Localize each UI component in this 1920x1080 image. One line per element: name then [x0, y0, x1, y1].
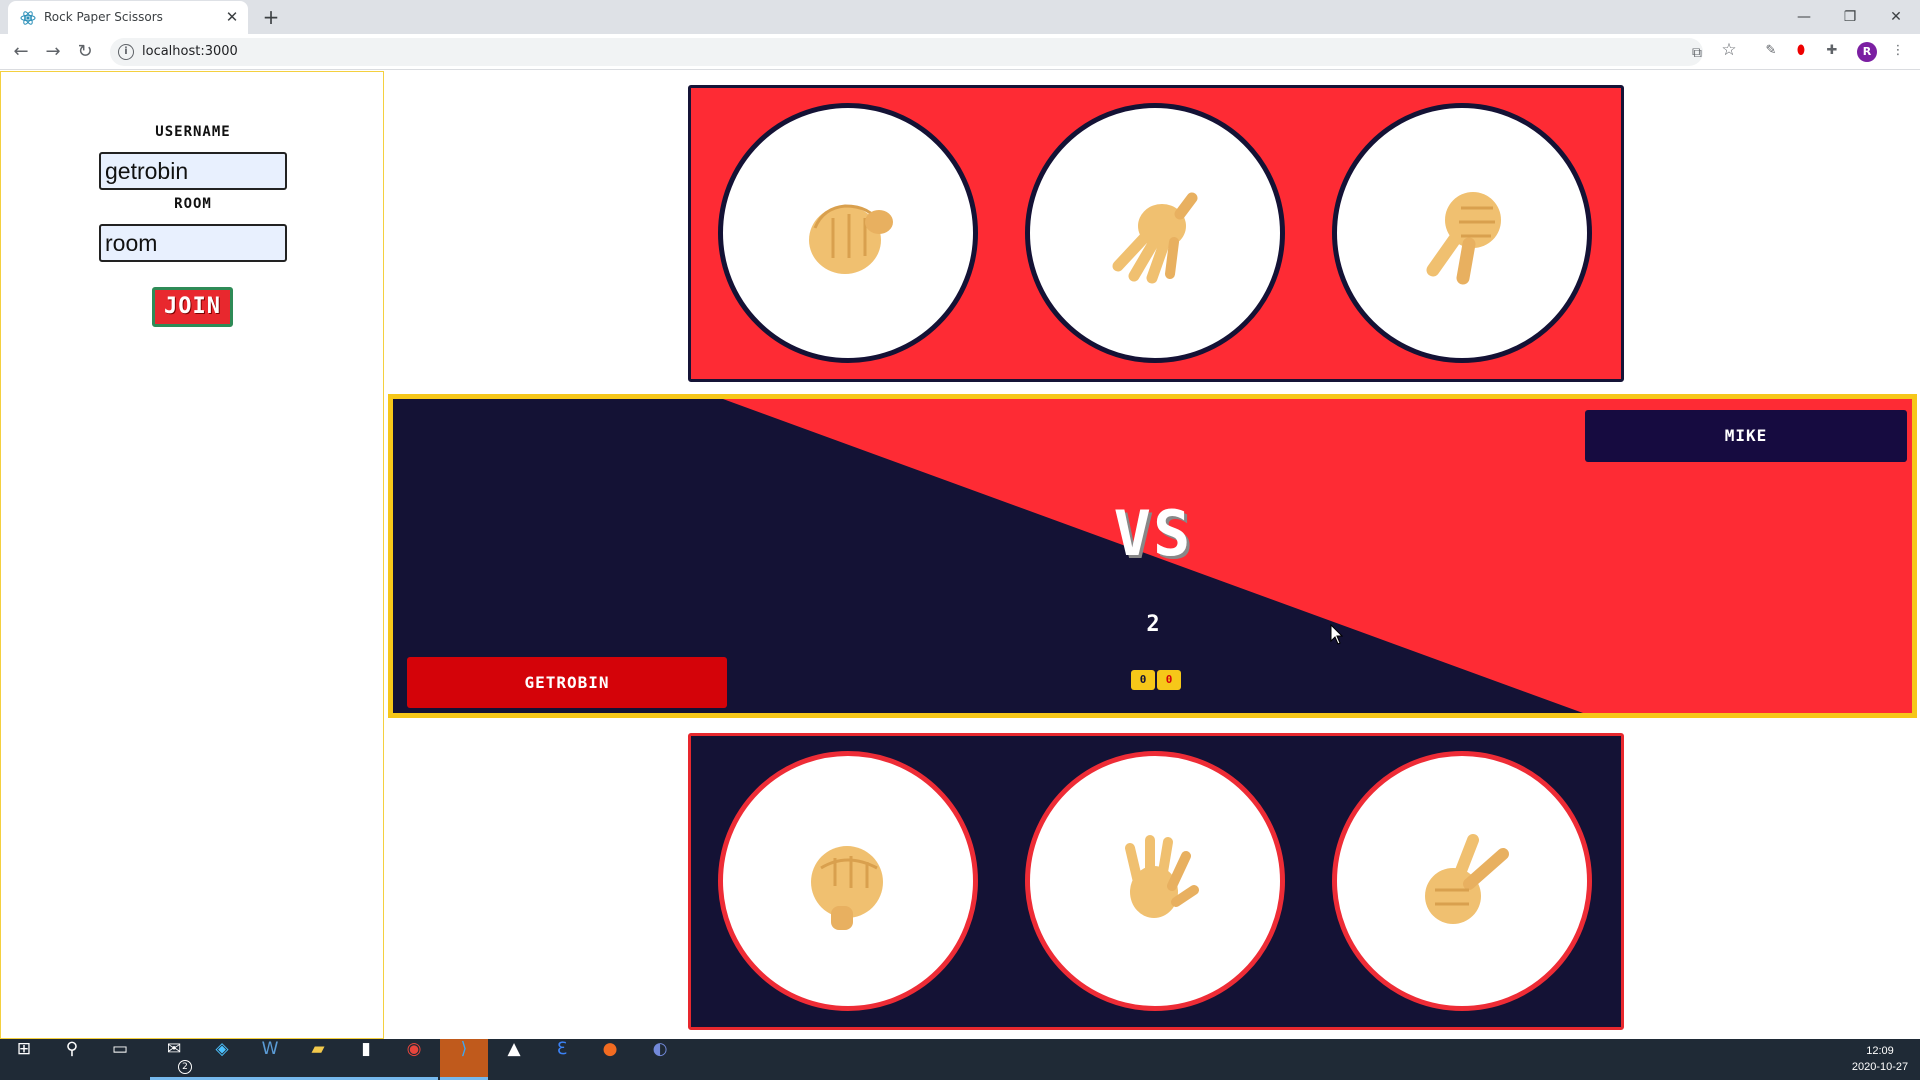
translate-icon[interactable]: ⧉ [1688, 44, 1706, 62]
rock-fist-icon [809, 204, 893, 274]
browser-toolbar: ← → ↻ i localhost:3000 ⧉ ☆ ✎ ⬮ ✚ R ⋮ [0, 34, 1920, 70]
menu-kebab-icon[interactable]: ⋮ [1889, 43, 1907, 61]
clock-date: 2020-10-27 [1851, 1061, 1909, 1073]
reload-icon[interactable]: ↻ [72, 39, 98, 65]
opponent-paper-choice[interactable] [1025, 103, 1285, 363]
rock-fist-icon [811, 846, 883, 930]
opponent-score: 0 [1157, 670, 1181, 690]
opponent-name-badge: MIKE [1585, 410, 1907, 462]
tab-title: Rock Paper Scissors [44, 10, 163, 24]
origin-icon[interactable]: ● [586, 1039, 634, 1080]
clock-time: 12:09 [1866, 1045, 1894, 1057]
bookmark-star-icon[interactable]: ☆ [1720, 40, 1738, 60]
app-icon-e[interactable]: ℇ [538, 1039, 586, 1080]
scoreboard: 0 0 [1131, 670, 1181, 692]
opponent-choice-panel [688, 85, 1624, 382]
mail-badge: 2 [178, 1060, 192, 1074]
browser-tab[interactable]: Rock Paper Scissors ✕ [8, 1, 248, 34]
page-content: USERNAME getrobin ROOM room JOIN MIKE VS… [0, 71, 1920, 1039]
opponent-rock-choice[interactable] [718, 103, 978, 363]
mouse-cursor-icon [1330, 624, 1344, 645]
round-counter: 2 [1146, 612, 1160, 637]
username-label: USERNAME [155, 124, 231, 140]
task-view-icon[interactable]: ▭ [96, 1039, 144, 1080]
file-explorer-icon[interactable]: ▰ [294, 1039, 342, 1080]
join-sidebar: USERNAME getrobin ROOM room JOIN [0, 71, 384, 1039]
app-icon-dark[interactable]: ◈ [198, 1039, 246, 1080]
restore-button[interactable]: ❐ [1835, 4, 1865, 30]
paper-hand-icon [1112, 192, 1198, 284]
player-score: 0 [1131, 670, 1155, 690]
tab-close-icon[interactable]: ✕ [222, 7, 242, 27]
opponent-scissors-choice[interactable] [1332, 103, 1592, 363]
chrome-icon[interactable]: ◉ [390, 1039, 438, 1080]
browser-tab-bar: Rock Paper Scissors ✕ + — ❐ ✕ [0, 0, 1920, 34]
mail-app-icon[interactable]: ✉ 2 [150, 1039, 198, 1080]
join-button[interactable]: JOIN [152, 287, 233, 327]
scissors-hand-icon [1425, 834, 1509, 924]
back-arrow-icon[interactable]: ← [8, 39, 34, 65]
player-scissors-choice[interactable] [1332, 751, 1592, 1011]
player-rock-choice[interactable] [718, 751, 978, 1011]
windows-taskbar: ⊞ ⚲ ▭ ✉ 2 ◈ W ▰ ▮ ◉ ⟩ ▲ ℇ ● ◐ 12:09 2020-… [0, 1039, 1920, 1080]
player-name-badge: GETROBIN [407, 657, 727, 708]
player-paper-choice[interactable] [1025, 751, 1285, 1011]
extensions-puzzle-icon[interactable]: ✚ [1823, 43, 1841, 61]
react-logo-icon [20, 11, 36, 25]
pen-extension-icon[interactable]: ✎ [1762, 43, 1780, 61]
search-icon[interactable]: ⚲ [48, 1039, 96, 1080]
paper-hand-icon [1125, 835, 1199, 918]
close-window-button[interactable]: ✕ [1881, 4, 1911, 30]
new-tab-button[interactable]: + [258, 4, 284, 30]
address-bar[interactable]: i localhost:3000 ⧉ [110, 38, 1703, 66]
word-app-icon[interactable]: W [246, 1039, 294, 1080]
vscode-icon[interactable]: ⟩ [440, 1039, 488, 1080]
room-input[interactable]: room [99, 224, 287, 262]
room-label: ROOM [174, 196, 212, 212]
battle-arena: MIKE VS 2 0 0 GETROBIN [388, 394, 1917, 718]
site-info-icon[interactable]: i [118, 44, 134, 60]
url-text[interactable]: localhost:3000 [142, 44, 238, 59]
adblock-extension-icon[interactable]: ⬮ [1792, 43, 1810, 61]
scissors-hand-icon [1426, 192, 1501, 285]
player-choice-panel [688, 733, 1624, 1030]
app-icon-mountain[interactable]: ▲ [490, 1039, 538, 1080]
windows-start-icon[interactable]: ⊞ [0, 1039, 48, 1080]
discord-icon[interactable]: ◐ [636, 1039, 684, 1080]
minimize-button[interactable]: — [1789, 4, 1819, 30]
system-clock[interactable]: 12:09 2020-10-27 [1844, 1043, 1916, 1075]
vs-label: VS [1113, 497, 1193, 570]
username-input[interactable]: getrobin [99, 152, 287, 190]
forward-arrow-icon[interactable]: → [40, 39, 66, 65]
terminal-icon[interactable]: ▮ [342, 1039, 390, 1080]
profile-avatar[interactable]: R [1857, 42, 1877, 62]
